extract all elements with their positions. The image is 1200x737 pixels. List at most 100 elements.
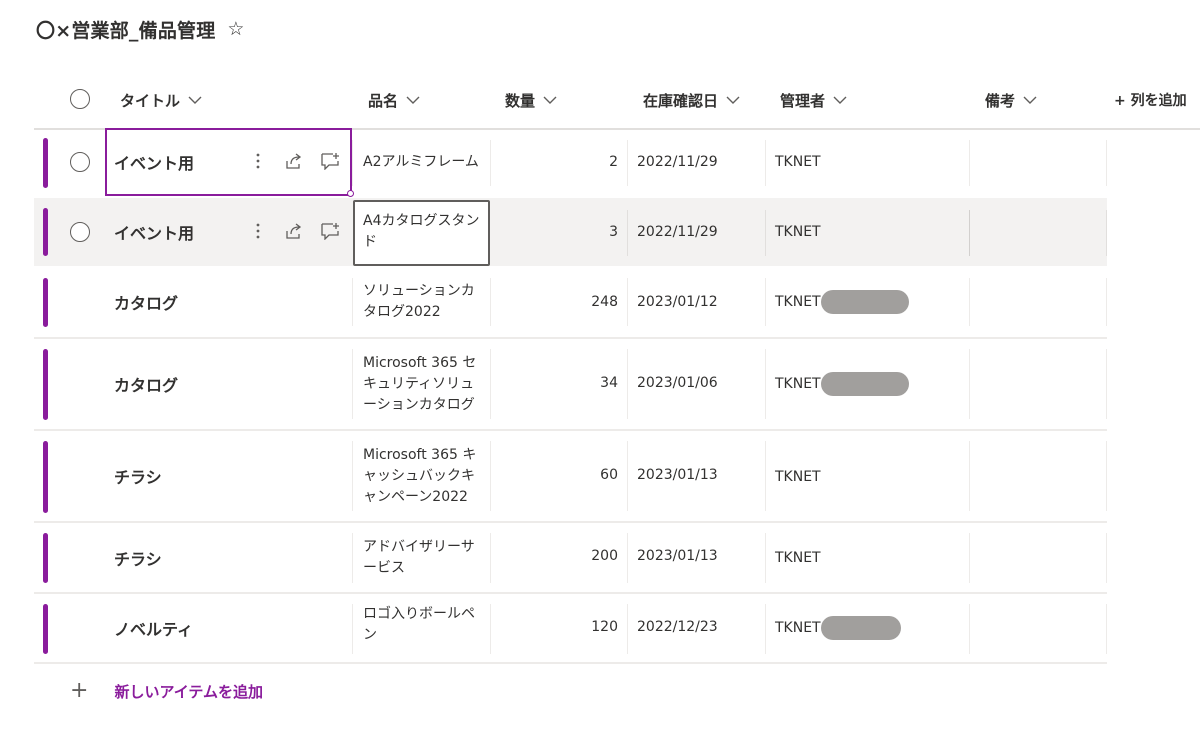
manager-cell[interactable]: TKNET	[766, 198, 970, 266]
manager-text: TKNET	[775, 469, 821, 485]
notes-cell[interactable]	[970, 198, 1106, 266]
row-select-checkbox[interactable]	[70, 222, 90, 242]
row-separator	[34, 662, 1107, 664]
check-date-cell[interactable]: 2022/11/29	[628, 198, 764, 266]
column-header-manager[interactable]: 管理者	[780, 72, 847, 128]
item-name-cell[interactable]: Microsoft 365 キャッシュバックキャンペーン2022	[354, 431, 492, 521]
manager-cell[interactable]: TKNET	[766, 594, 970, 662]
notes-cell[interactable]	[970, 594, 1106, 662]
table-row[interactable]: イベント用 A2アルミフレーム 2 2022/11/29 TKNET	[34, 128, 1107, 198]
quantity-cell[interactable]: 248	[492, 266, 624, 337]
check-date-cell[interactable]: 2023/01/13	[628, 523, 764, 589]
fill-handle[interactable]	[347, 190, 354, 197]
chevron-down-icon	[188, 96, 202, 104]
item-name-cell[interactable]: アドバイザリーサービス	[354, 523, 492, 592]
check-date-cell[interactable]: 2023/01/13	[628, 431, 764, 519]
notes-cell[interactable]	[970, 128, 1106, 196]
item-name-text: A2アルミフレーム	[363, 153, 479, 170]
column-divider	[1106, 140, 1107, 186]
check-date-text: 2023/01/06	[637, 375, 718, 391]
row-select-checkbox[interactable]	[70, 152, 90, 172]
add-new-item-button[interactable]: + 新しいアイテムを追加	[70, 676, 263, 706]
table-row[interactable]: イベント用 A4カタログスタンド 3 2022/11/29 TKNET	[34, 198, 1107, 266]
row-color-bar	[43, 138, 48, 188]
title-text: チラシ	[114, 468, 162, 487]
add-column-button[interactable]: + 列を追加	[1114, 72, 1187, 128]
manager-cell[interactable]: TKNET	[766, 266, 970, 337]
column-header-row: タイトル 品名 数量 在庫確認日 管理者 備考 + 列を追加	[34, 72, 1200, 130]
column-header-quantity[interactable]: 数量	[505, 72, 557, 128]
item-name-text: ソリューションカタログ2022	[363, 282, 475, 320]
title-cell[interactable]: チラシ	[114, 431, 350, 521]
column-divider	[352, 140, 353, 186]
share-icon[interactable]	[284, 221, 304, 241]
item-name-cell[interactable]: ロゴ入りボールペン	[354, 594, 492, 656]
notes-cell[interactable]	[970, 266, 1106, 337]
notes-cell[interactable]	[970, 523, 1106, 592]
column-header-label: 数量	[505, 91, 536, 110]
list-title: 〇×営業部_備品管理	[36, 19, 216, 42]
row-color-bar	[43, 349, 48, 420]
column-divider	[352, 349, 353, 419]
column-divider	[352, 441, 353, 511]
table-row[interactable]: チラシ アドバイザリーサービス 200 2023/01/13 TKNET	[34, 523, 1107, 594]
table-row[interactable]: カタログ Microsoft 365 セキュリティソリューションカタログ 34 …	[34, 339, 1107, 431]
item-name-cell[interactable]: A2アルミフレーム	[354, 128, 492, 196]
notes-cell[interactable]	[970, 339, 1106, 429]
more-options-icon[interactable]	[248, 221, 268, 241]
column-divider	[490, 349, 491, 419]
column-divider	[352, 278, 353, 326]
column-header-item-name[interactable]: 品名	[368, 72, 420, 128]
quantity-cell[interactable]: 200	[492, 523, 624, 589]
item-name-cell[interactable]: A4カタログスタンド	[354, 198, 492, 266]
item-name-cell[interactable]: Microsoft 365 セキュリティソリューションカタログ	[354, 339, 492, 429]
quantity-text: 60	[600, 467, 618, 483]
item-name-text: Microsoft 365 キャッシュバックキャンペーン2022	[363, 446, 477, 505]
plus-icon: +	[70, 678, 89, 703]
quantity-cell[interactable]: 60	[492, 431, 624, 519]
table-row[interactable]: カタログ ソリューションカタログ2022 248 2023/01/12 TKNE…	[34, 266, 1107, 339]
title-cell[interactable]: カタログ	[114, 266, 350, 337]
column-divider	[490, 140, 491, 186]
quantity-cell[interactable]: 34	[492, 339, 624, 427]
column-header-title[interactable]: タイトル	[120, 72, 202, 128]
notes-cell[interactable]	[970, 431, 1106, 521]
column-divider	[1106, 441, 1107, 511]
comment-icon[interactable]	[320, 221, 340, 241]
column-divider	[490, 533, 491, 583]
item-name-cell[interactable]: ソリューションカタログ2022	[354, 266, 492, 337]
manager-cell[interactable]: TKNET	[766, 339, 970, 429]
check-date-cell[interactable]: 2023/01/12	[628, 266, 764, 337]
manager-text: TKNET	[775, 154, 821, 170]
table-row[interactable]: ノベルティ ロゴ入りボールペン 120 2022/12/23 TKNET	[34, 594, 1107, 664]
column-header-check-date[interactable]: 在庫確認日	[643, 72, 740, 128]
select-all-checkbox[interactable]	[70, 89, 90, 109]
chevron-down-icon	[726, 96, 740, 104]
manager-cell[interactable]: TKNET	[766, 128, 970, 196]
title-cell[interactable]: チラシ	[114, 523, 350, 592]
column-divider	[1106, 278, 1107, 326]
row-color-bar	[43, 604, 48, 654]
check-date-cell[interactable]: 2022/11/29	[628, 128, 764, 196]
quantity-cell[interactable]: 3	[492, 198, 624, 266]
quantity-cell[interactable]: 2	[492, 128, 624, 196]
chevron-down-icon	[406, 96, 420, 104]
column-divider	[490, 278, 491, 326]
manager-cell[interactable]: TKNET	[766, 431, 970, 523]
check-date-text: 2023/01/12	[637, 293, 718, 310]
column-header-notes[interactable]: 備考	[985, 72, 1037, 128]
check-date-cell[interactable]: 2022/12/23	[628, 594, 764, 660]
column-divider	[1106, 349, 1107, 419]
title-cell[interactable]: カタログ	[114, 339, 350, 429]
quantity-text: 200	[591, 548, 618, 564]
manager-cell[interactable]: TKNET	[766, 523, 970, 592]
column-header-label: 品名	[368, 91, 399, 110]
quantity-cell[interactable]: 120	[492, 594, 624, 660]
check-date-cell[interactable]: 2023/01/06	[628, 339, 764, 427]
list-header: 〇×営業部_備品管理 ☆	[36, 14, 244, 44]
favorite-star-icon[interactable]: ☆	[227, 18, 244, 40]
title-cell[interactable]: ノベルティ	[114, 594, 350, 662]
item-name-text: A4カタログスタンド	[363, 213, 480, 250]
manager-text: TKNET	[775, 293, 821, 310]
table-row[interactable]: チラシ Microsoft 365 キャッシュバックキャンペーン2022 60 …	[34, 431, 1107, 523]
